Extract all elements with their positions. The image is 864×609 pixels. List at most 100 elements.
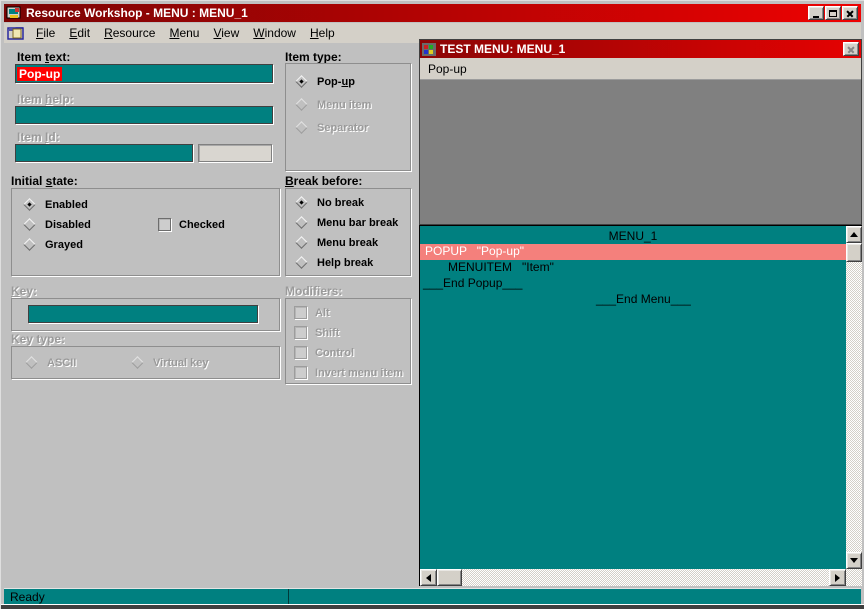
radio-menu-bar-break[interactable]: Menu bar break [294, 215, 398, 230]
menu-menu[interactable]: Menu [162, 24, 206, 42]
item-type-label: Item type: [285, 50, 342, 64]
radio-popup[interactable]: Pop-up [294, 74, 355, 89]
checkbox-icon [294, 346, 307, 359]
vertical-scrollbar[interactable] [846, 226, 862, 569]
menu-view[interactable]: View [206, 24, 246, 42]
checkbox-alt: Alt [294, 305, 330, 320]
item-id-aux-box [198, 144, 272, 162]
item-text-label: Item text: [17, 50, 70, 64]
test-menu-close-button[interactable] [843, 42, 859, 56]
test-menu-item-popup[interactable]: Pop-up [428, 62, 467, 76]
radio-disabled[interactable]: Disabled [22, 217, 91, 232]
radio-diamond-icon [295, 256, 308, 269]
radio-enabled[interactable]: Enabled [22, 197, 88, 212]
close-icon [847, 45, 855, 53]
key-type-label: Key type: [11, 332, 65, 346]
radio-diamond-icon [295, 98, 308, 111]
radio-diamond-icon [23, 238, 36, 251]
minimize-button[interactable] [808, 6, 824, 20]
checkbox-shift: Shift [294, 325, 339, 340]
item-id-input [15, 144, 193, 162]
checkbox-invert-menu-item: Invert menu item [294, 365, 403, 380]
break-before-group: No break Menu bar break Menu break Help … [285, 188, 411, 276]
checkbox-icon [294, 306, 307, 319]
item-help-input [15, 106, 273, 124]
test-menu-title: TEST MENU: MENU_1 [440, 42, 839, 56]
item-id-label: Item Id: [17, 130, 60, 144]
radio-ascii: ASCII [24, 355, 76, 370]
radio-no-break[interactable]: No break [294, 195, 364, 210]
radio-diamond-icon [23, 218, 36, 231]
modifiers-label: Modifiers: [285, 284, 342, 298]
test-menu-titlebar: TEST MENU: MENU_1 [420, 40, 861, 58]
modifiers-group: Alt Shift Control Invert menu item [285, 298, 411, 384]
window-title: Resource Workshop - MENU : MENU_1 [26, 6, 804, 20]
horizontal-scrollbar[interactable] [420, 569, 846, 586]
script-header: MENU_1 [420, 226, 846, 244]
menu-window[interactable]: Window [246, 24, 303, 42]
test-menu-icon [422, 43, 436, 56]
maximize-button[interactable] [825, 6, 841, 20]
key-group [11, 298, 280, 331]
checkbox-icon [294, 326, 307, 339]
close-button[interactable] [842, 6, 858, 20]
menu-file[interactable]: File [29, 24, 62, 42]
arrow-up-icon [850, 232, 858, 237]
initial-state-label: Initial state: [11, 174, 78, 188]
radio-diamond-icon [23, 198, 36, 211]
radio-virtual-key: Virtual key [130, 355, 208, 370]
radio-diamond-icon [25, 356, 38, 369]
arrow-left-icon [426, 574, 431, 582]
menu-edit[interactable]: Edit [62, 24, 97, 42]
titlebar: Resource Workshop - MENU : MENU_1 [4, 4, 861, 22]
menu-help[interactable]: Help [303, 24, 342, 42]
scroll-up-button[interactable] [846, 226, 862, 243]
checkbox-checked[interactable]: Checked [158, 217, 225, 232]
script-line-popup[interactable]: POPUP "Pop-up" [420, 244, 846, 260]
status-divider [288, 589, 289, 605]
horizontal-scroll-thumb[interactable] [437, 569, 462, 586]
script-line-end-popup[interactable]: ___End Popup___ [420, 276, 846, 292]
script-line-menuitem[interactable]: MENUITEM "Item" [420, 260, 846, 276]
test-menu-menubar: Pop-up [420, 58, 861, 80]
window-bottom-edge [1, 605, 864, 609]
scroll-right-button[interactable] [829, 569, 846, 586]
menu-script-panel: MENU_1 POPUP "Pop-up" MENUITEM "Item" __… [419, 225, 862, 586]
key-input [28, 305, 258, 323]
arrow-down-icon [850, 558, 858, 563]
radio-diamond-icon [295, 75, 308, 88]
script-line-end-menu[interactable]: ___End Menu___ [420, 292, 846, 308]
checkbox-icon [158, 218, 171, 231]
item-help-label: Item help: [17, 92, 74, 106]
checkbox-control: Control [294, 345, 354, 360]
arrow-right-icon [835, 574, 840, 582]
initial-state-group: Enabled Disabled Grayed Checked [11, 188, 280, 276]
mdi-document-icon[interactable] [7, 25, 25, 41]
test-menu-client-area [420, 80, 861, 224]
menu-resource[interactable]: Resource [97, 24, 162, 42]
menu-editor-panel: Item text: Pop-up Item help: Item Id: In… [4, 43, 419, 587]
radio-separator: Separator [294, 120, 368, 135]
resource-workshop-window: Resource Workshop - MENU : MENU_1 File E… [0, 0, 864, 609]
checkbox-icon [294, 366, 307, 379]
radio-help-break[interactable]: Help break [294, 255, 373, 270]
radio-grayed[interactable]: Grayed [22, 237, 83, 252]
radio-menu-break[interactable]: Menu break [294, 235, 378, 250]
item-type-group: Pop-up Menu item Separator [285, 63, 411, 171]
scroll-left-button[interactable] [420, 569, 437, 586]
test-menu-window: TEST MENU: MENU_1 Pop-up [419, 39, 862, 225]
key-type-group: ASCII Virtual key [11, 346, 280, 379]
radio-diamond-icon [295, 121, 308, 134]
radio-diamond-icon [295, 216, 308, 229]
key-label: Key: [11, 284, 37, 298]
minimize-icon [813, 16, 819, 18]
window-controls [808, 6, 858, 20]
scroll-down-button[interactable] [846, 552, 862, 569]
statusbar: Ready [4, 588, 861, 605]
break-before-label: Break before: [285, 174, 362, 188]
app-icon[interactable] [6, 6, 22, 21]
radio-diamond-icon [295, 196, 308, 209]
item-text-input[interactable]: Pop-up [15, 64, 273, 83]
vertical-scroll-thumb[interactable] [846, 243, 862, 262]
radio-diamond-icon [295, 236, 308, 249]
